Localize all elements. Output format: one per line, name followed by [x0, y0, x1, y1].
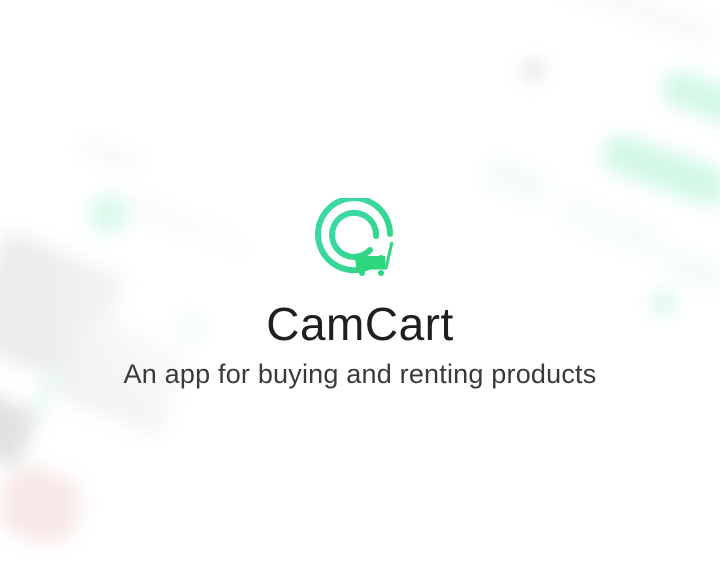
backdrop-veil	[0, 0, 720, 588]
cart-ring-logo-icon	[308, 195, 404, 288]
splash-screen: CamCart An app for buying and renting pr…	[0, 0, 720, 588]
app-tagline: An app for buying and renting products	[123, 359, 597, 389]
app-name: CamCart	[266, 298, 454, 350]
